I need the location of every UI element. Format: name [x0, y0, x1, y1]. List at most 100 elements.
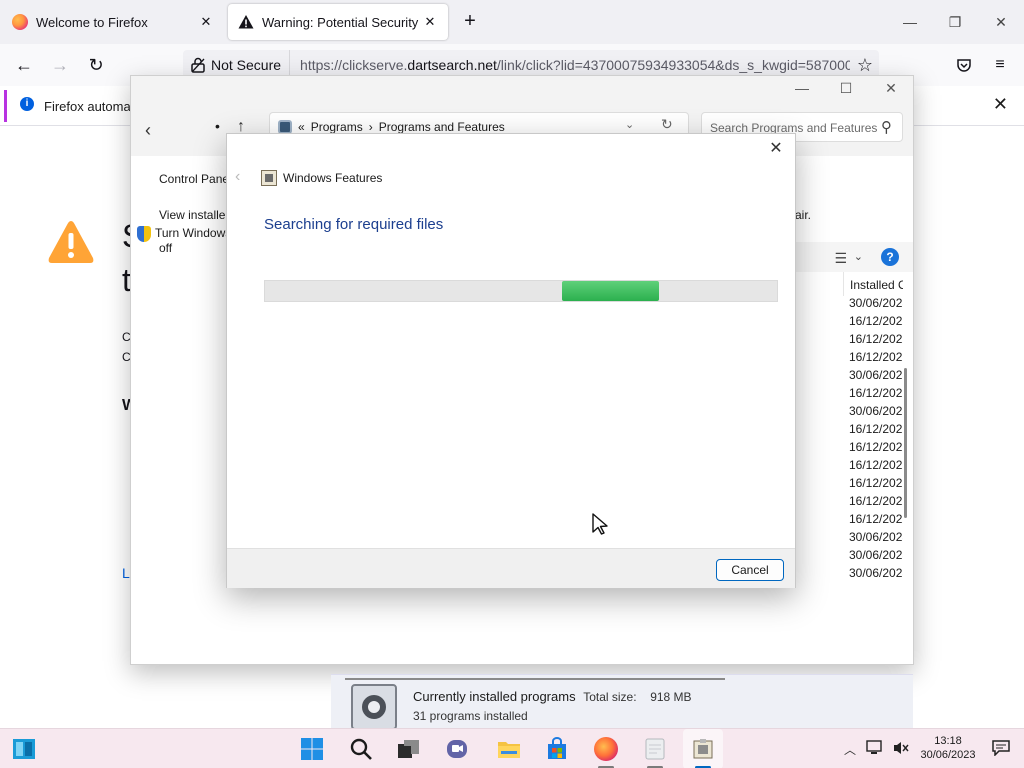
installed-on-column: Installed On 30/06/202316/12/202216/12/2…	[843, 272, 903, 584]
notepad-icon[interactable]	[643, 737, 667, 761]
forward-button[interactable]: →	[48, 53, 72, 77]
installed-date-cell[interactable]: 16/12/2022	[843, 476, 903, 494]
installed-date-cell[interactable]: 16/12/2022	[843, 494, 903, 512]
task-view-icon[interactable]	[397, 737, 421, 761]
minimize-button[interactable]: —	[790, 80, 814, 100]
chevron-down-icon[interactable]: ⌄	[854, 250, 863, 263]
warning-icon	[48, 221, 94, 263]
start-icon[interactable]	[300, 737, 324, 761]
installed-date-cell[interactable]: 30/06/2023	[843, 296, 903, 314]
notification-accent	[4, 90, 7, 122]
close-icon[interactable]: ✕	[765, 138, 787, 160]
dialog-footer: Cancel	[227, 548, 795, 588]
dialog-heading: Searching for required files	[264, 216, 444, 233]
tab-security-warning[interactable]: Warning: Potential Security Risk ✕	[228, 4, 448, 40]
total-size-value: 918 MB	[650, 690, 692, 704]
close-icon[interactable]: ✕	[993, 94, 1008, 115]
installed-date-cell[interactable]: 16/12/2022	[843, 332, 903, 350]
tab-title: Warning: Potential Security Risk	[262, 14, 422, 30]
breadcrumb-programs-and-features[interactable]: Programs and Features	[379, 120, 505, 134]
clock-time: 13:18	[934, 735, 962, 747]
horizontal-scrollbar[interactable]	[345, 678, 725, 680]
breadcrumb-separator: ›	[368, 120, 373, 134]
back-arrow-icon: ‹	[235, 168, 241, 185]
reload-button[interactable]: ↻	[84, 53, 108, 77]
chevron-down-icon[interactable]: ⌄	[625, 118, 634, 131]
vertical-scrollbar[interactable]	[904, 368, 907, 518]
restore-button[interactable]: ❐	[943, 10, 967, 34]
bookmark-star-icon[interactable]: ☆	[857, 55, 873, 76]
new-tab-button[interactable]: +	[458, 10, 482, 34]
minimize-button[interactable]: —	[898, 10, 922, 34]
windows-features-icon[interactable]	[691, 737, 715, 761]
dialog-title: Windows Features	[283, 171, 383, 185]
installed-date-cell[interactable]: 16/12/2022	[843, 314, 903, 332]
notification-center-icon[interactable]	[992, 740, 1010, 756]
close-window-button[interactable]: ✕	[879, 80, 903, 100]
close-icon[interactable]: ✕	[422, 14, 438, 30]
programs-icon	[351, 684, 397, 730]
view-options-icon[interactable]: ☰	[834, 250, 847, 267]
network-icon[interactable]	[866, 740, 884, 756]
total-size-label: Total size:	[583, 690, 637, 704]
installed-date-cell[interactable]: 16/12/2022	[843, 512, 903, 530]
widgets-icon[interactable]	[12, 737, 36, 761]
menu-icon[interactable]: ≡	[988, 53, 1012, 77]
firefox-icon	[12, 14, 28, 30]
instruction-text-fragment: air.	[795, 208, 812, 222]
url-text[interactable]: https://clickserve.dartsearch.net/link/c…	[300, 57, 850, 73]
windows-features-icon	[261, 170, 277, 186]
search-icon: ⚲	[881, 119, 892, 136]
installed-date-cell[interactable]: 30/06/2023	[843, 566, 903, 584]
tab-title: Welcome to Firefox	[36, 14, 148, 30]
installed-date-cell[interactable]: 30/06/2023	[843, 548, 903, 566]
page-link-fragment[interactable]: L	[122, 565, 130, 581]
back-button[interactable]: ‹	[145, 120, 151, 141]
volume-muted-icon[interactable]	[893, 740, 909, 756]
taskbar: ︿ 13:18 30/06/2023	[0, 728, 1024, 768]
link-text: off	[159, 241, 173, 255]
pocket-icon[interactable]	[956, 57, 972, 73]
breadcrumb-programs[interactable]: Programs	[311, 120, 363, 134]
chevron-up-icon[interactable]: ︿	[844, 741, 856, 758]
installed-date-cell[interactable]: 16/12/2022	[843, 350, 903, 368]
back-button[interactable]: ←	[12, 53, 36, 77]
installed-date-cell[interactable]: 16/12/2022	[843, 422, 903, 440]
browser-tab-bar: Welcome to Firefox ✕ Warning: Potential …	[0, 0, 1024, 44]
teams-icon[interactable]	[445, 737, 469, 761]
firefox-icon[interactable]	[594, 737, 618, 761]
warning-icon	[238, 15, 254, 29]
installed-date-cell[interactable]: 16/12/2022	[843, 440, 903, 458]
url-domain: dartsearch.net	[407, 57, 497, 73]
cancel-button[interactable]: Cancel	[716, 559, 784, 581]
installed-date-cell[interactable]: 16/12/2022	[843, 386, 903, 404]
status-title: Currently installed programs	[413, 689, 576, 704]
uac-shield-icon	[137, 226, 151, 242]
refresh-icon[interactable]: ↻	[661, 116, 673, 133]
turn-windows-features-link[interactable]: Turn Windows off	[137, 226, 231, 255]
not-secure-label: Not Secure	[211, 57, 282, 73]
progress-fill	[562, 281, 659, 301]
close-window-button[interactable]: ✕	[989, 10, 1013, 34]
breadcrumb-overflow[interactable]: «	[298, 120, 305, 134]
search-icon[interactable]	[349, 737, 373, 761]
tab-welcome[interactable]: Welcome to Firefox ✕	[2, 4, 224, 40]
info-icon: i	[20, 97, 34, 111]
clock-date: 30/06/2023	[920, 749, 976, 761]
installed-date-cell[interactable]: 16/12/2022	[843, 458, 903, 476]
installed-date-cell[interactable]: 30/06/2023	[843, 404, 903, 422]
maximize-button[interactable]: ☐	[834, 80, 858, 100]
help-icon[interactable]: ?	[881, 248, 899, 266]
system-clock[interactable]: 13:18 30/06/2023	[918, 734, 978, 762]
column-header-installed-on[interactable]: Installed On	[843, 272, 903, 296]
installed-date-cell[interactable]: 30/06/2023	[843, 368, 903, 386]
windows-features-dialog: ✕ ‹ Windows Features Searching for requi…	[226, 133, 796, 588]
store-icon[interactable]	[545, 737, 569, 761]
file-explorer-icon[interactable]	[497, 737, 521, 761]
status-summary: Currently installed programs Total size:…	[413, 689, 692, 704]
close-icon[interactable]: ✕	[198, 14, 214, 30]
program-count: 31 programs installed	[413, 709, 528, 723]
forward-button[interactable]: •	[215, 118, 220, 134]
installed-date-cell[interactable]: 30/06/2023	[843, 530, 903, 548]
progress-bar	[264, 280, 778, 302]
